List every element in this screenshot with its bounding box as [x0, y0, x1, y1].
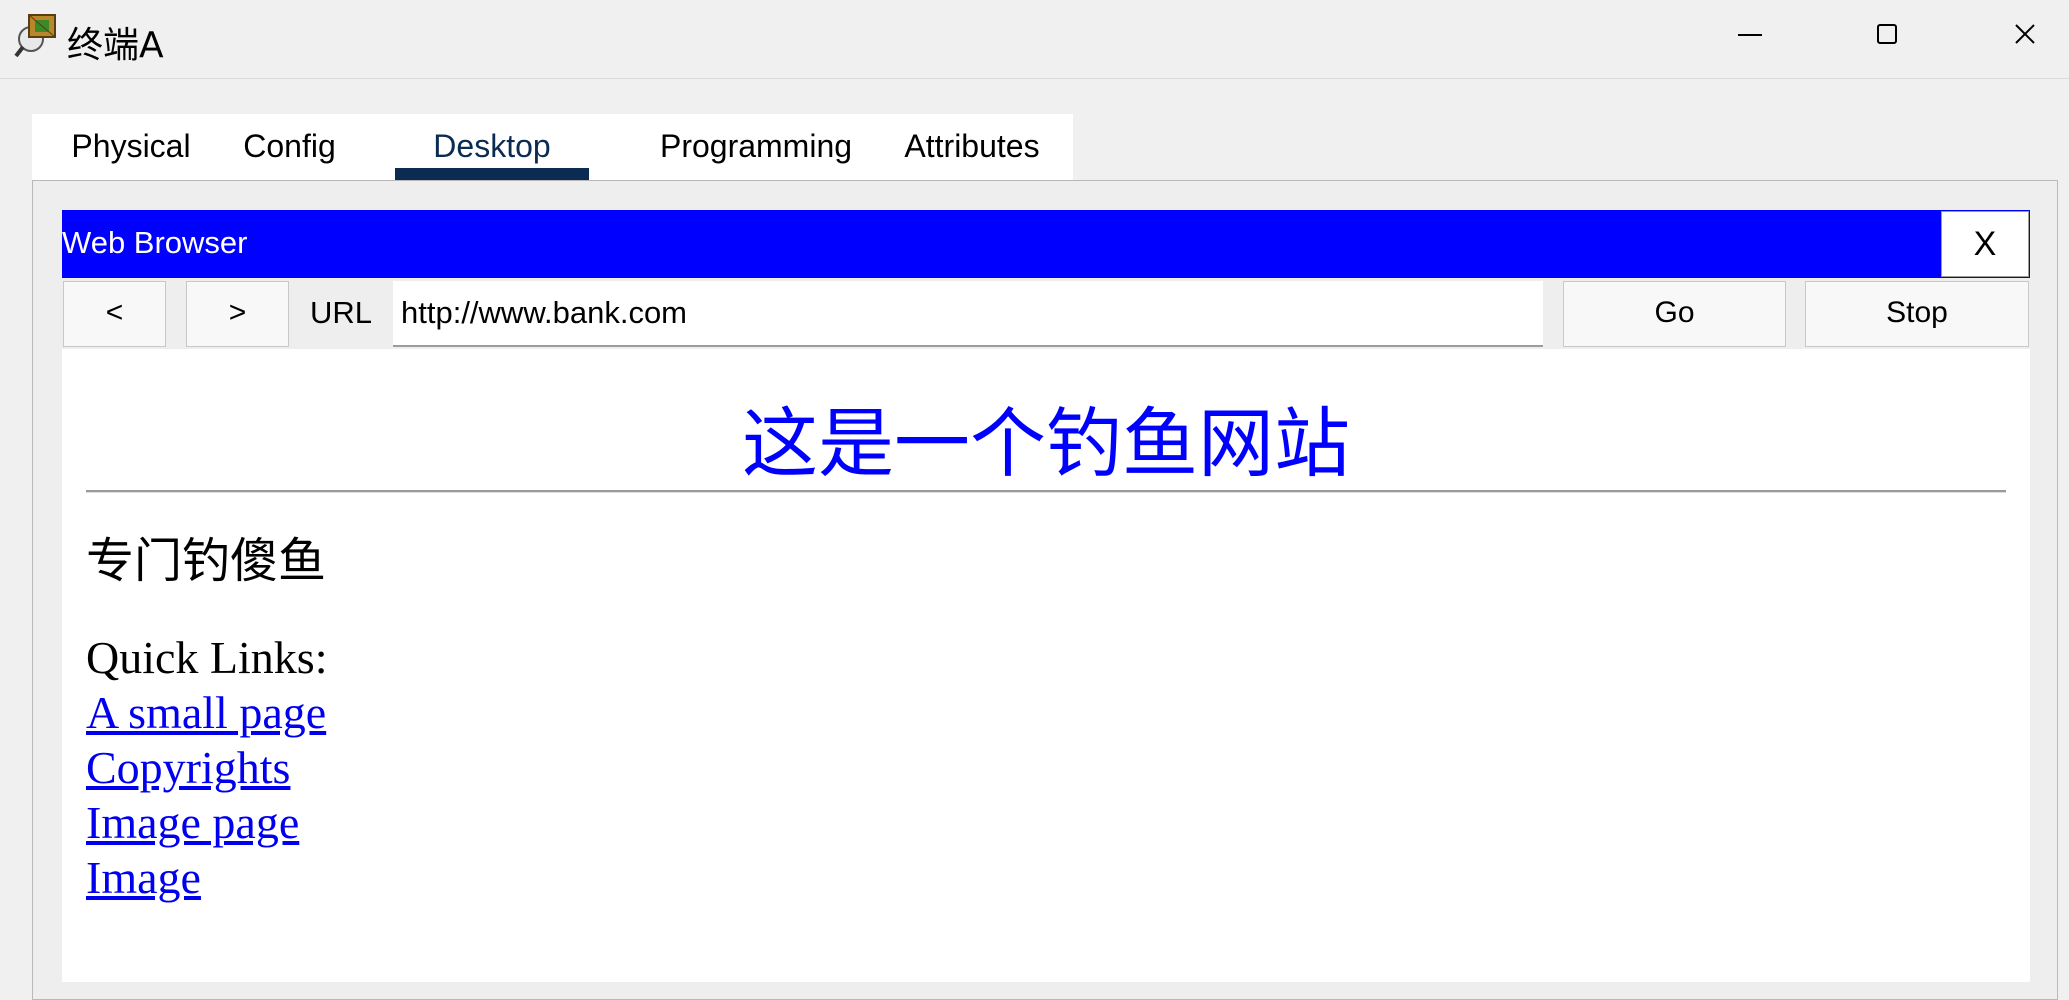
packet-tracer-pc-icon [13, 11, 63, 61]
tab-programming[interactable]: Programming [619, 114, 893, 180]
tab-physical-label: Physical [71, 128, 191, 164]
stop-button[interactable]: Stop [1805, 281, 2029, 347]
web-browser-title: Web Browser [62, 225, 248, 260]
tab-config-label: Config [243, 128, 336, 164]
back-button[interactable]: < [63, 281, 166, 347]
forward-button[interactable]: > [186, 281, 289, 347]
close-window-button[interactable] [1965, 0, 2069, 70]
tab-programming-label: Programming [659, 128, 853, 164]
horizontal-rule [86, 490, 2006, 493]
tab-physical[interactable]: Physical [56, 114, 206, 180]
tab-config[interactable]: Config [237, 114, 342, 180]
tab-desktop[interactable]: Desktop [395, 114, 589, 180]
title-bar: 终端A [0, 0, 2069, 78]
title-separator [0, 78, 2069, 79]
web-browser-title-bar [62, 210, 2030, 278]
minimize-button[interactable] [1690, 0, 1810, 70]
link-small-page[interactable]: A small page [86, 686, 326, 739]
maximize-icon [1877, 24, 1897, 44]
browser-close-button[interactable]: X [1941, 211, 2029, 277]
url-input[interactable] [393, 281, 1543, 347]
tab-strip: Physical Config Desktop Programming Attr… [32, 114, 1073, 180]
tab-attributes[interactable]: Attributes [888, 114, 1056, 180]
minimize-icon [1738, 34, 1762, 36]
page-content: 这是一个钓鱼网站 专门钓傻鱼 Quick Links: A small page… [62, 349, 2030, 982]
url-label: URL [290, 281, 392, 347]
close-icon [2015, 24, 2035, 44]
link-image[interactable]: Image [86, 851, 201, 904]
quick-links-label: Quick Links: [86, 632, 328, 683]
tab-desktop-label: Desktop [433, 128, 551, 164]
maximize-button[interactable] [1827, 0, 1947, 70]
link-image-page[interactable]: Image page [86, 796, 299, 849]
tab-attributes-label: Attributes [904, 128, 1040, 164]
active-tab-indicator [395, 168, 589, 180]
window-title: 终端A [67, 25, 164, 66]
page-subtitle: 专门钓傻鱼 [86, 533, 327, 589]
page-heading: 这是一个钓鱼网站 [742, 399, 1350, 488]
go-button[interactable]: Go [1563, 281, 1786, 347]
link-copyrights[interactable]: Copyrights [86, 741, 290, 794]
